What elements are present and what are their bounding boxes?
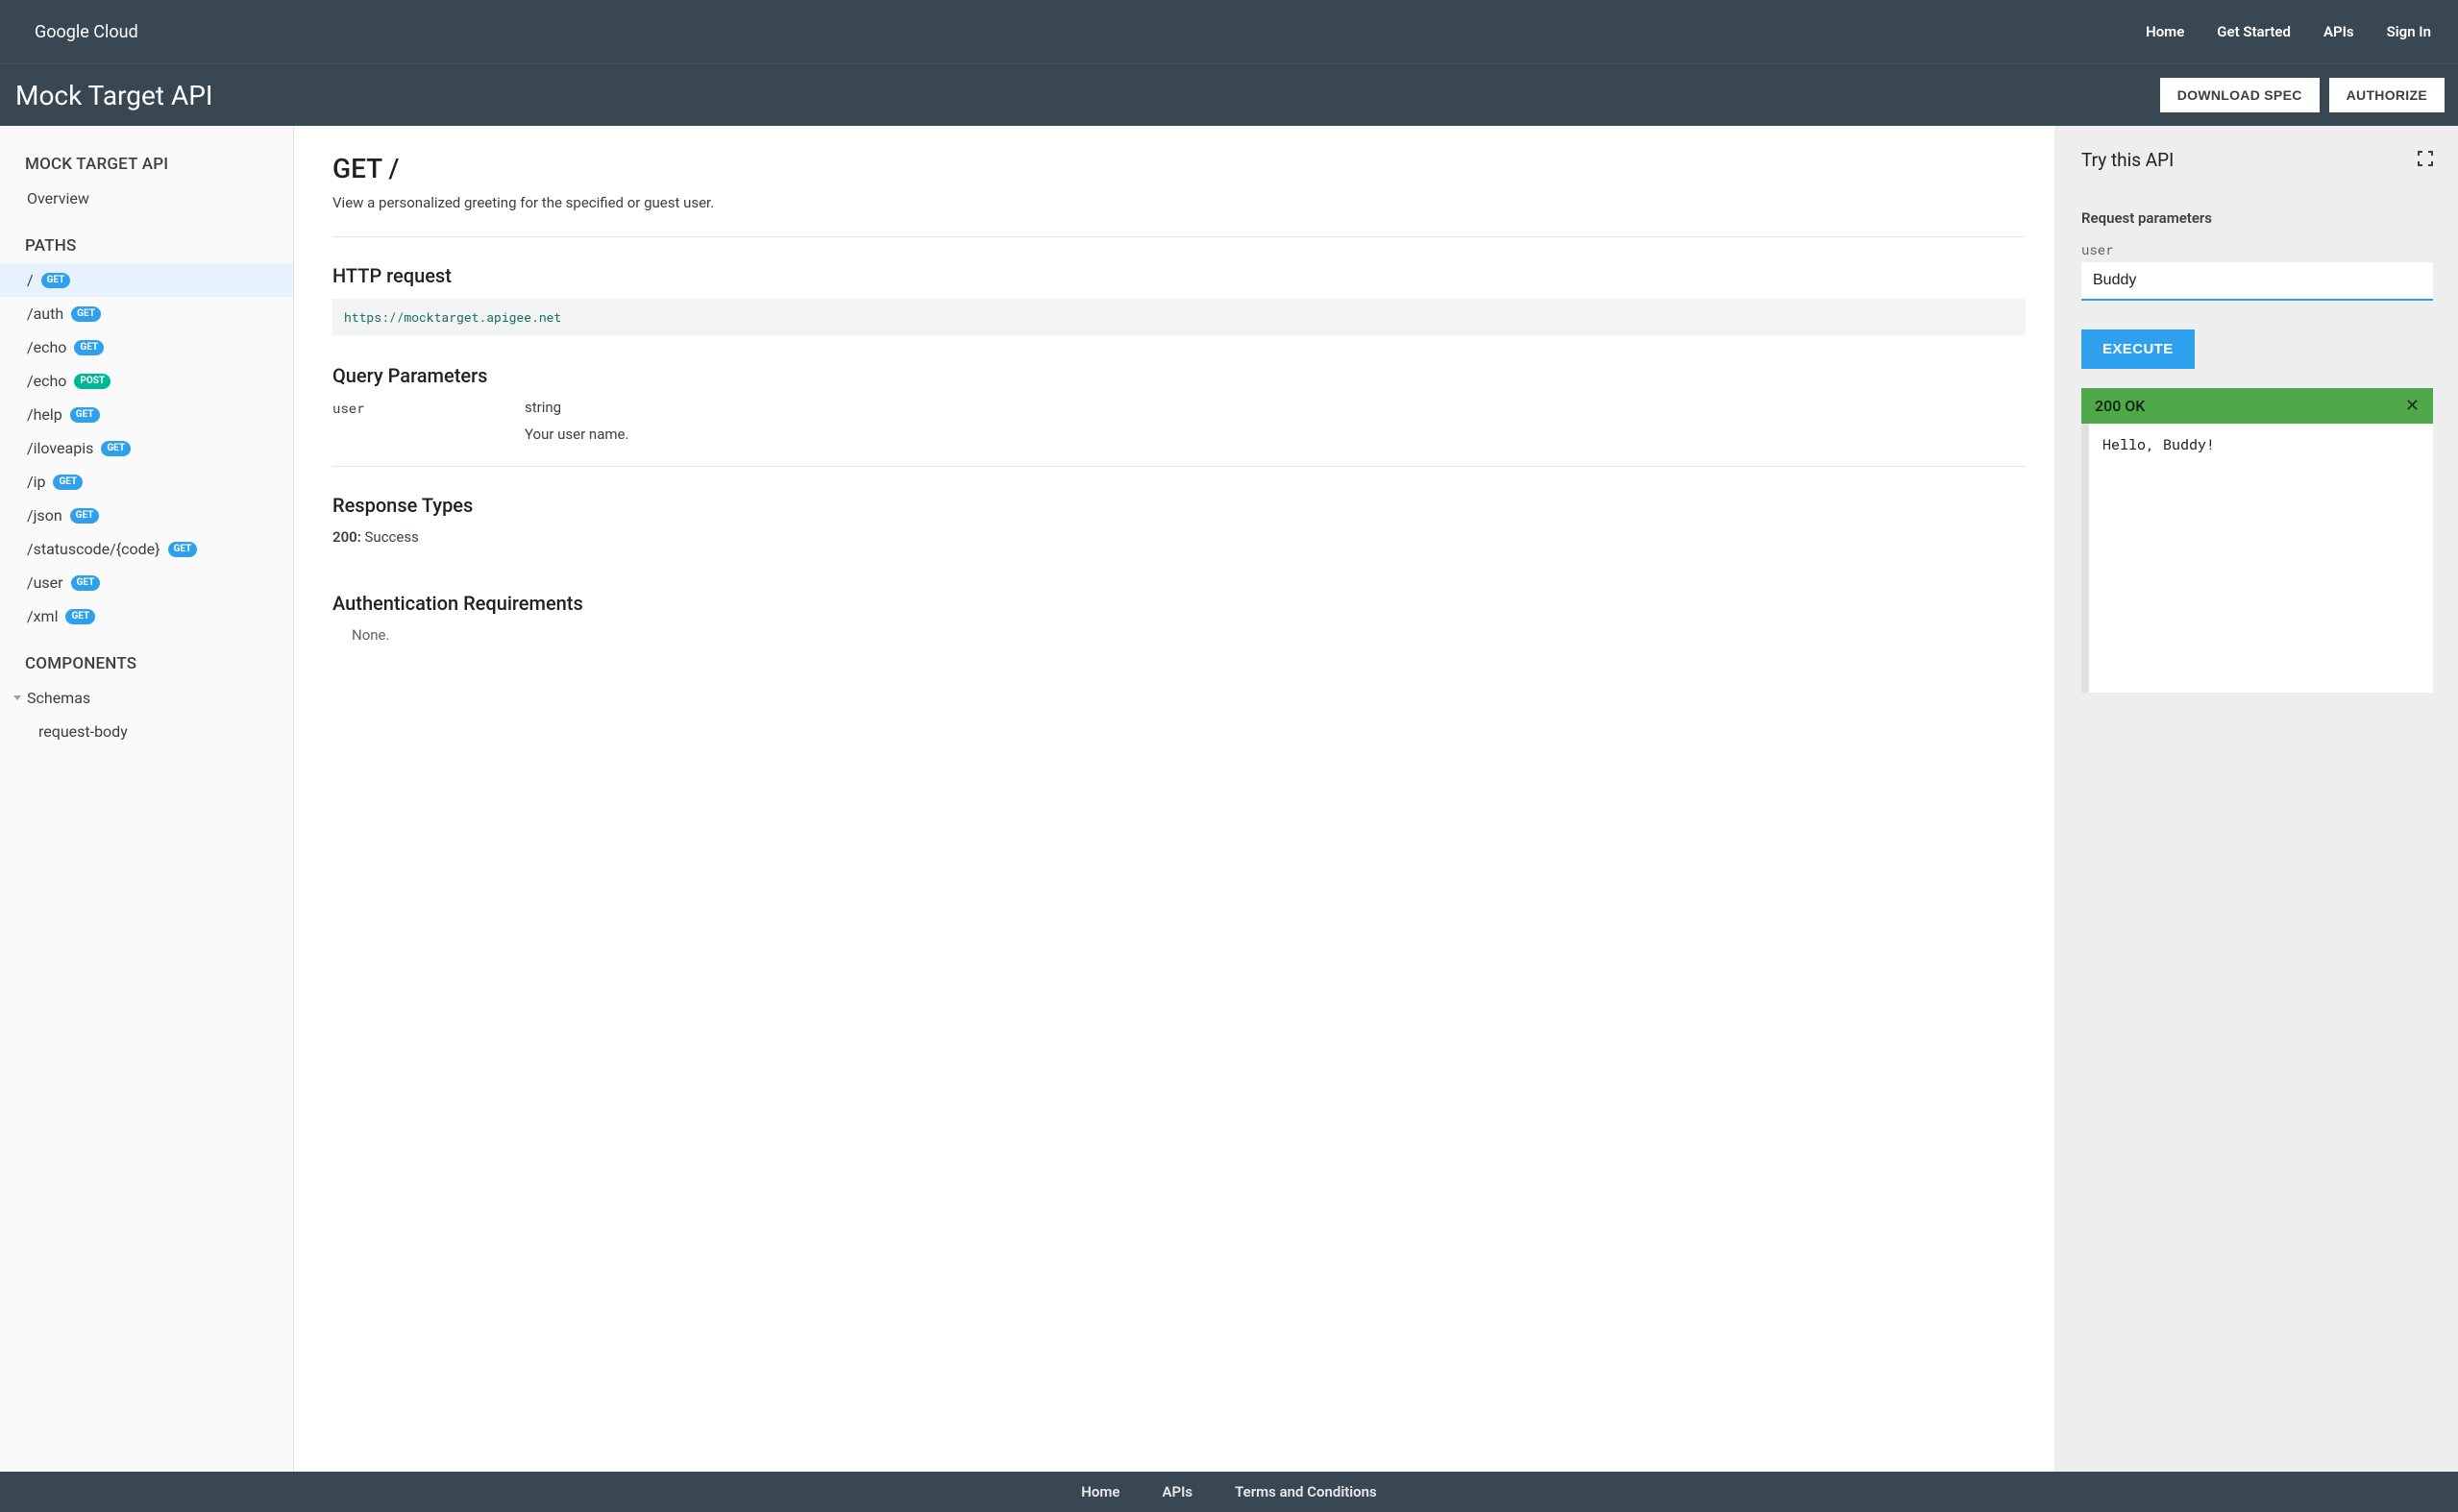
sidebar: MOCK TARGET API Overview PATHS / GET/auth…: [0, 126, 294, 1472]
try-panel: Try this API Request parameters user EXE…: [2054, 126, 2458, 1472]
response-code: 200:: [332, 528, 361, 546]
top-nav-links: Home Get Started APIs Sign In: [2146, 23, 2431, 40]
divider: [332, 466, 2026, 467]
param-input-user[interactable]: [2081, 262, 2433, 301]
expand-icon[interactable]: [2418, 151, 2433, 170]
sidebar-path-item[interactable]: /ip GET: [0, 465, 293, 499]
sidebar-api-heading: MOCK TARGET API: [0, 147, 293, 182]
response-status-text: 200 OK: [2095, 397, 2145, 415]
footer-terms[interactable]: Terms and Conditions: [1235, 1483, 1377, 1500]
sidebar-path-item[interactable]: /xml GET: [0, 599, 293, 633]
sidebar-path-item[interactable]: /iloveapis GET: [0, 431, 293, 465]
path-label: /: [27, 271, 34, 289]
try-api-title: Try this API: [2081, 149, 2174, 171]
top-nav: Google Cloud Home Get Started APIs Sign …: [0, 0, 2458, 63]
divider: [332, 236, 2026, 237]
auth-none-text: None.: [332, 626, 2026, 644]
method-badge: GET: [168, 542, 198, 557]
query-params-heading: Query Parameters: [332, 364, 2026, 387]
method-badge: GET: [70, 407, 100, 423]
subheader-buttons: DOWNLOAD SPEC AUTHORIZE: [2160, 78, 2445, 112]
sidebar-path-item[interactable]: /help GET: [0, 398, 293, 431]
nav-sign-in[interactable]: Sign In: [2387, 23, 2431, 40]
schema-item[interactable]: request-body: [0, 715, 293, 748]
footer-apis[interactable]: APIs: [1162, 1483, 1192, 1500]
method-badge: POST: [74, 374, 111, 389]
sidebar-path-item[interactable]: /statuscode/{code} GET: [0, 532, 293, 566]
path-label: /statuscode/{code}: [27, 540, 160, 558]
endpoint-description: View a personalized greeting for the spe…: [332, 194, 2026, 211]
path-label: /auth: [27, 305, 63, 323]
sidebar-path-item[interactable]: /json GET: [0, 499, 293, 532]
page-title: Mock Target API: [15, 80, 213, 111]
footer-home[interactable]: Home: [1081, 1483, 1119, 1500]
sidebar-schema-items: request-body: [0, 715, 293, 748]
main-content: GET / View a personalized greeting for t…: [294, 126, 2054, 1472]
path-label: /iloveapis: [27, 439, 93, 457]
method-badge: GET: [41, 273, 71, 288]
path-label: /xml: [27, 607, 58, 625]
method-badge: GET: [71, 306, 101, 322]
param-row: userstring Your user name.: [332, 399, 2026, 451]
brand-logo: Google Cloud: [35, 22, 138, 42]
param-label-user: user: [2081, 240, 2433, 258]
param-details: string Your user name.: [525, 399, 2026, 443]
sidebar-components-heading: COMPONENTS: [0, 646, 293, 681]
method-badge: GET: [53, 475, 83, 490]
sidebar-path-item[interactable]: / GET: [0, 263, 293, 297]
path-label: /user: [27, 573, 63, 592]
http-request-url: https://mocktarget.apigee.net: [332, 299, 2026, 335]
nav-apis[interactable]: APIs: [2323, 23, 2354, 40]
layout: MOCK TARGET API Overview PATHS / GET/auth…: [0, 126, 2458, 1472]
sidebar-schemas[interactable]: Schemas: [0, 681, 293, 715]
response-body: Hello, Buddy!: [2081, 424, 2433, 693]
footer: Home APIs Terms and Conditions: [0, 1472, 2458, 1512]
http-request-heading: HTTP request: [332, 264, 2026, 287]
path-label: /ip: [27, 473, 45, 491]
param-type: string: [525, 399, 2026, 416]
request-params-heading: Request parameters: [2081, 209, 2433, 227]
sidebar-path-item[interactable]: /echo GET: [0, 330, 293, 364]
response-types-list: 200: Success: [332, 528, 2026, 546]
query-params-list: userstring Your user name.: [332, 399, 2026, 451]
sidebar-path-item[interactable]: /auth GET: [0, 297, 293, 330]
authorize-button[interactable]: AUTHORIZE: [2329, 78, 2445, 112]
sub-header: Mock Target API DOWNLOAD SPEC AUTHORIZE: [0, 63, 2458, 126]
method-badge: GET: [74, 340, 104, 355]
sidebar-overview[interactable]: Overview: [0, 182, 293, 215]
path-label: /json: [27, 506, 62, 524]
param-name: user: [332, 399, 525, 443]
sidebar-schemas-label: Schemas: [27, 689, 90, 707]
method-badge: GET: [71, 575, 101, 591]
method-badge: GET: [70, 508, 100, 524]
method-badge: GET: [65, 609, 95, 624]
download-spec-button[interactable]: DOWNLOAD SPEC: [2160, 78, 2320, 112]
nav-get-started[interactable]: Get Started: [2217, 23, 2291, 40]
nav-home[interactable]: Home: [2146, 23, 2184, 40]
sidebar-paths-heading: PATHS: [0, 229, 293, 263]
sidebar-path-item[interactable]: /user GET: [0, 566, 293, 599]
endpoint-title: GET /: [332, 153, 2026, 184]
close-icon[interactable]: ✕: [2405, 396, 2420, 416]
method-badge: GET: [101, 441, 131, 456]
path-label: /echo: [27, 372, 66, 390]
execute-button[interactable]: EXECUTE: [2081, 329, 2195, 369]
response-types-heading: Response Types: [332, 494, 2026, 517]
response-line: 200: Success: [332, 528, 2026, 546]
path-label: /help: [27, 405, 62, 424]
caret-down-icon: [13, 695, 21, 700]
param-description: Your user name.: [525, 426, 2026, 443]
response-status-bar: 200 OK ✕: [2081, 388, 2433, 424]
path-label: /echo: [27, 338, 66, 356]
auth-heading: Authentication Requirements: [332, 592, 2026, 615]
sidebar-path-item[interactable]: /echo POST: [0, 364, 293, 398]
sidebar-paths-list: / GET/auth GET/echo GET/echo POST/help GET/il…: [0, 263, 293, 633]
